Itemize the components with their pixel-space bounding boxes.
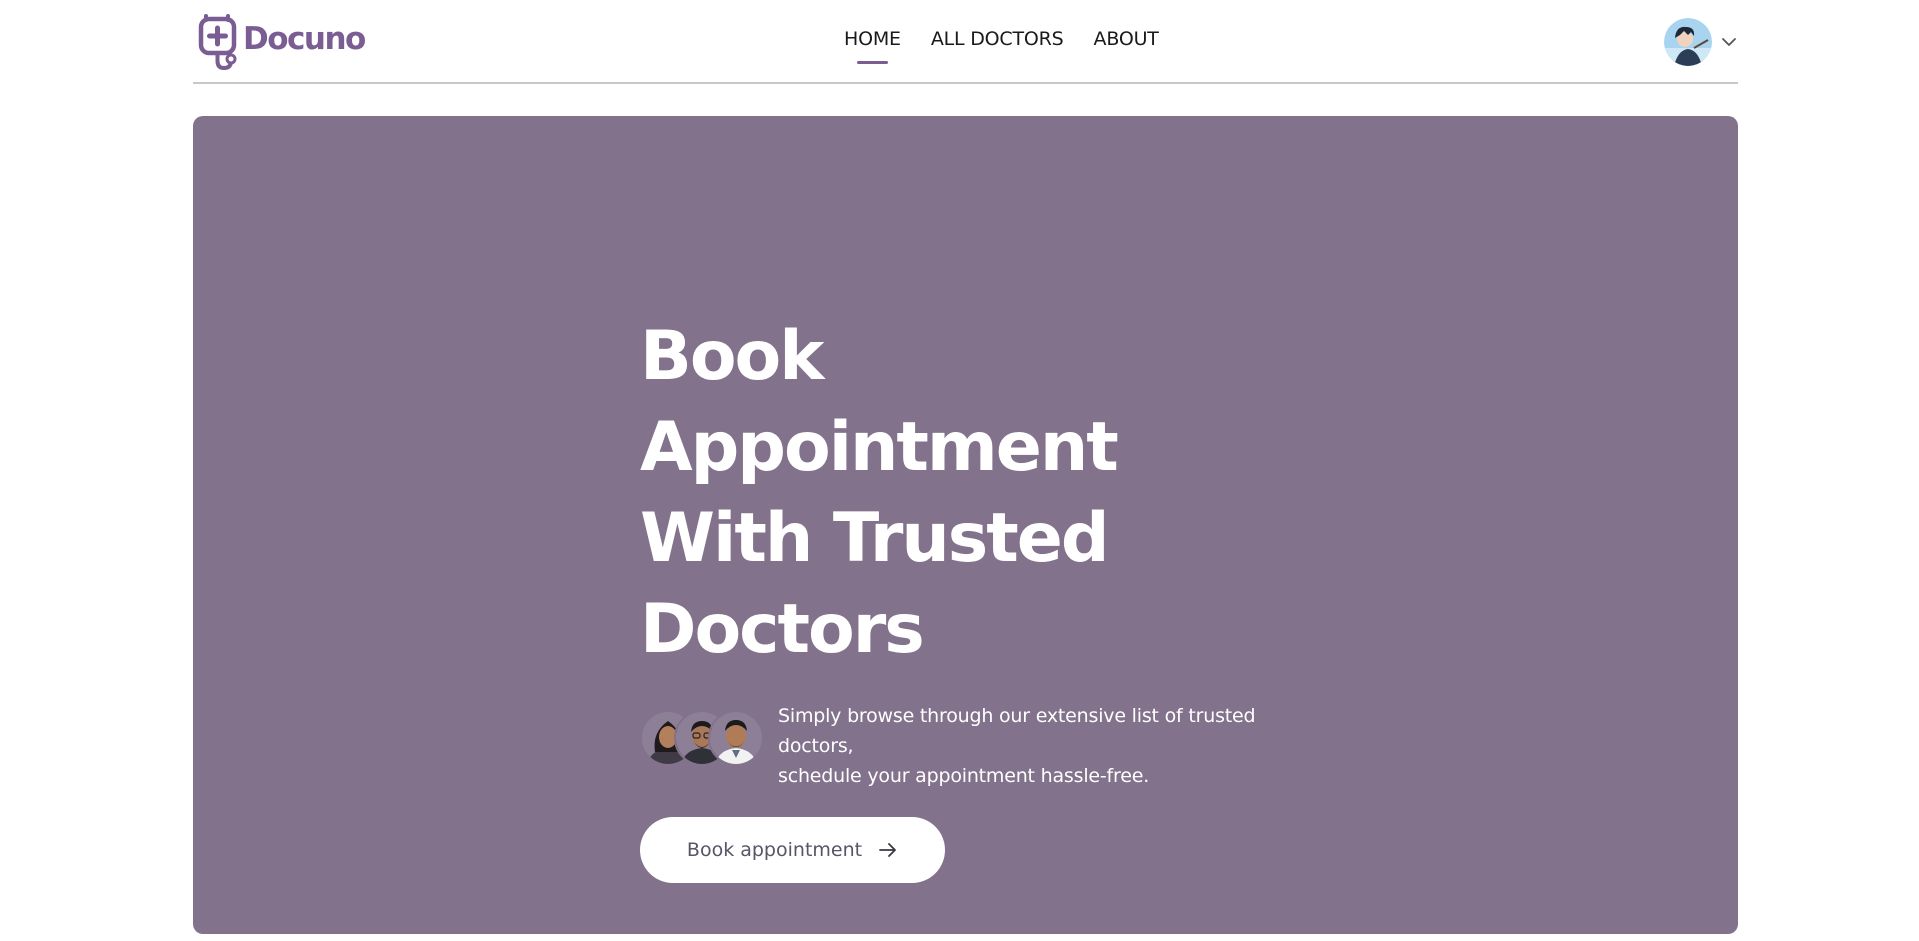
- profile-menu[interactable]: [1664, 18, 1738, 66]
- arrow-right-icon: [879, 843, 896, 857]
- nav-active-indicator: [857, 61, 888, 64]
- nav-home-label: HOME: [844, 28, 901, 50]
- hero-title-line: Doctors: [640, 590, 925, 669]
- book-appointment-label: Book appointment: [686, 839, 863, 861]
- hero-info-row: Simply browse through our extensive list…: [640, 701, 1280, 791]
- nav-all-doctors[interactable]: ALL DOCTORS: [931, 28, 1064, 50]
- brand-logo[interactable]: Docuno: [198, 14, 366, 70]
- book-appointment-button[interactable]: Book appointment: [640, 817, 945, 883]
- main-nav: HOME ALL DOCTORS ABOUT: [844, 28, 1159, 64]
- stethoscope-plus-icon: [198, 14, 237, 70]
- hero-title-line: Book Appointment: [640, 317, 1119, 487]
- doctor-avatars-group: [640, 710, 764, 768]
- hero-title: Book Appointment With Trusted Doctors: [640, 311, 1280, 675]
- nav-about[interactable]: ABOUT: [1094, 28, 1159, 50]
- page: Docuno HOME ALL DOCTORS ABOUT Book Appoi…: [0, 0, 1919, 941]
- hero-banner: Book Appointment With Trusted Doctors Si…: [193, 116, 1738, 934]
- hero-description: Simply browse through our extensive list…: [778, 701, 1278, 791]
- nav-all-doctors-label: ALL DOCTORS: [930, 28, 1064, 50]
- navbar: Docuno HOME ALL DOCTORS ABOUT: [193, 0, 1738, 84]
- doctor-avatar: [708, 710, 764, 766]
- brand-name: Docuno: [243, 21, 366, 57]
- hero-description-line: doctors,: [778, 735, 854, 757]
- user-avatar[interactable]: [1664, 18, 1712, 66]
- hero-content: Book Appointment With Trusted Doctors Si…: [640, 311, 1280, 883]
- nav-about-label: ABOUT: [1093, 28, 1159, 50]
- chevron-down-icon[interactable]: [1720, 33, 1738, 51]
- hero-description-line: schedule your appointment hassle-free.: [778, 765, 1150, 787]
- hero-title-line: With Trusted: [640, 499, 1110, 578]
- hero-description-line: Simply browse through our extensive list…: [778, 705, 1256, 727]
- nav-home[interactable]: HOME: [844, 28, 901, 64]
